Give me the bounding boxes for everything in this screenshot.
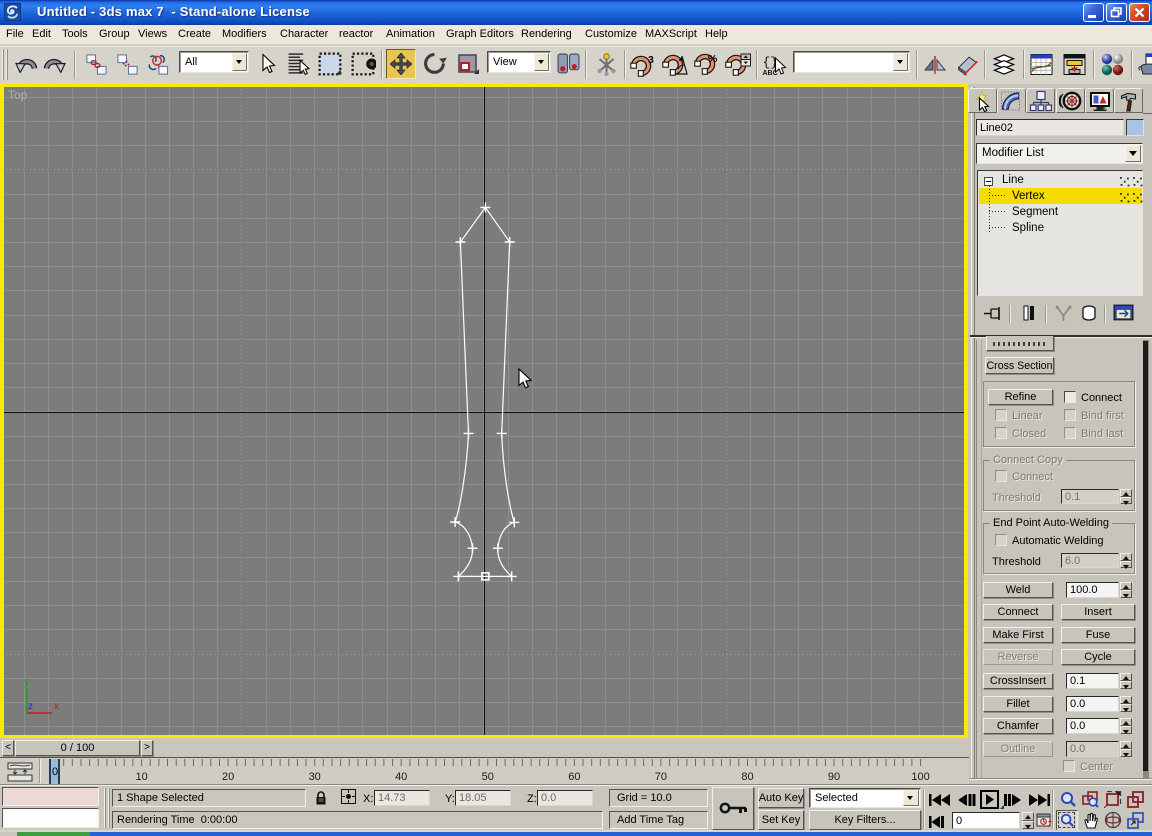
svg-text:100: 100 — [911, 771, 929, 783]
svg-text:70: 70 — [655, 771, 667, 783]
svg-text:60: 60 — [568, 771, 580, 783]
svg-text:90: 90 — [828, 771, 840, 783]
svg-text:20: 20 — [222, 771, 234, 783]
svg-text:%: % — [708, 53, 718, 65]
svg-text:10: 10 — [135, 771, 147, 783]
svg-text:80: 80 — [741, 771, 753, 783]
svg-text:y: y — [24, 677, 29, 688]
svg-text:50: 50 — [482, 771, 494, 783]
svg-text:z: z — [28, 701, 33, 712]
svg-text:30: 30 — [309, 771, 321, 783]
svg-text:Top: Top — [8, 88, 28, 102]
svg-text:x: x — [54, 701, 59, 712]
svg-text:40: 40 — [395, 771, 407, 783]
svg-text:3: 3 — [648, 54, 654, 66]
